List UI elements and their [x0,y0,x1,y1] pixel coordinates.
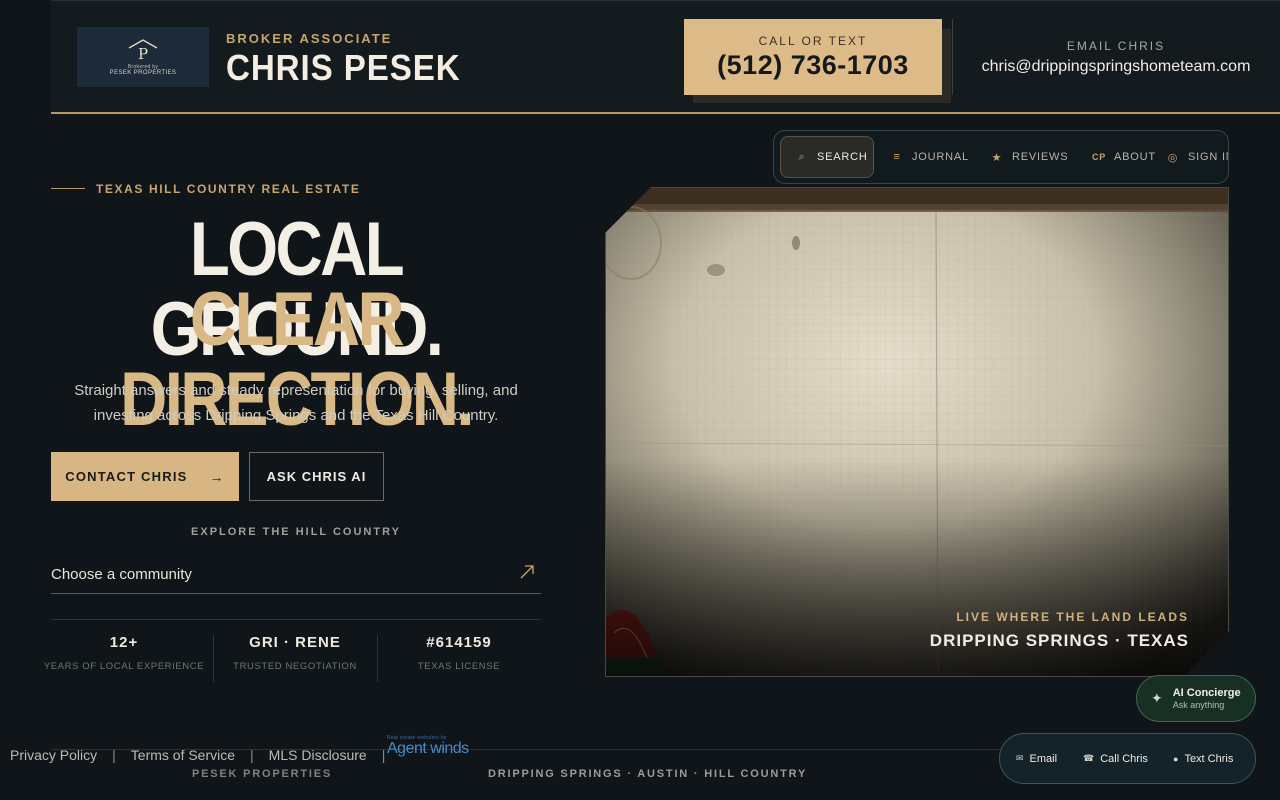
photo-caption-location: DRIPPING SPRINGS · TEXAS [929,631,1189,650]
footer-links: Privacy Policy | Terms of Service | MLS … [10,747,400,763]
stat-license: #614159 TEXAS LICENSE [378,634,540,672]
nav-journal[interactable]: ≡ JOURNAL [890,136,969,178]
floating-contact-bar: ✉ Email ☎ Call Chris ● Text Chris [999,733,1256,784]
ai-concierge-text: AI Concierge Ask anything [1173,687,1241,710]
stat-experience: 12+ YEARS OF LOCAL EXPERIENCE [43,634,205,672]
chat-bubble-icon: ● [1173,753,1179,764]
eyebrow-rule [51,188,85,189]
call-label: CALL OR TEXT [758,34,868,48]
footer-brand: PESEK PROPERTIES [192,768,333,780]
stat-label: YEARS OF LOCAL EXPERIENCE [43,661,205,672]
nav-about[interactable]: CP ABOUT [1092,136,1156,178]
nav-search-label: SEARCH [817,151,868,163]
ai-concierge-title: AI Concierge [1172,687,1241,699]
community-select[interactable]: Choose a community [51,556,541,594]
agent-role: BROKER ASSOCIATE [226,31,393,46]
footer-separator: | [381,747,386,763]
hero-map-photo [605,187,1229,677]
agentwinds-wordmark: Agent winds [387,740,469,757]
arrow-up-right-icon [519,564,535,585]
community-select-value: Choose a community [51,566,192,583]
agentwinds-logo-link[interactable]: Real estate websites by Agent winds [387,735,477,761]
nav-reviews-label: REVIEWS [1012,151,1069,163]
call-action[interactable]: ☎ Call Chris [1083,734,1148,783]
footer-locations: DRIPPING SPRINGS · AUSTIN · HILL COUNTRY [488,768,808,780]
terms-of-service-link[interactable]: Terms of Service [131,747,235,763]
hero-lead: Straight answers and steady representati… [74,382,518,424]
stat-label: TEXAS LICENSE [417,661,501,672]
stat-label: TRUSTED NEGOTIATION [233,661,357,672]
stat-value: #614159 [426,634,492,651]
user-icon: ◎ [1167,151,1179,164]
call-or-text-button[interactable]: CALL OR TEXT (512) 736-1703 [684,19,942,95]
email-link[interactable]: chris@drippingspringshometeam.com [978,58,1254,76]
contact-chris-button[interactable]: CONTACT CHRIS → [51,452,239,501]
stats-divider [51,619,541,620]
logo-brand: PESEK PROPERTIES [109,70,177,76]
contact-chris-label: CONTACT CHRIS [65,469,188,484]
photo-caption-tagline: LIVE WHERE THE LAND LEADS [956,610,1189,624]
photo-corner-cut [1183,631,1229,677]
email-action-label: Email [1029,752,1058,765]
pesek-properties-logo[interactable]: P Brokered by PESEK PROPERTIES [77,27,209,87]
nav-sign-in-label: SIGN IN [1188,151,1228,163]
footer-separator: | [112,747,116,763]
aged-paper-map-image [606,188,1228,676]
email-label: EMAIL CHRIS [1066,39,1166,53]
main-nav: ⌕ SEARCH ≡ JOURNAL ★ REVIEWS CP ABOUT ◎ … [773,130,1229,184]
photo-corner-cut [605,187,651,233]
privacy-policy-link[interactable]: Privacy Policy [10,747,97,763]
ai-concierge-subtitle: Ask anything [1172,700,1225,710]
svg-text:P: P [138,45,148,62]
site-header: P Brokered by PESEK PROPERTIES BROKER AS… [51,0,1280,114]
mail-icon: ✉ [1016,753,1024,763]
hero-eyebrow: TEXAS HILL COUNTRY REAL ESTATE [96,182,361,196]
search-icon: ⌕ [798,150,806,163]
explore-label: EXPLORE THE HILL COUNTRY [191,526,401,538]
header-divider [952,19,953,95]
cp-monogram-icon: CP [1092,152,1107,162]
email-action[interactable]: ✉ Email [1016,734,1057,783]
ask-chris-ai-button[interactable]: ASK CHRIS AI [249,452,384,501]
sparkle-icon: ✦ [1151,690,1163,706]
nav-reviews[interactable]: ★ REVIEWS [990,136,1068,178]
text-action[interactable]: ● Text Chris [1173,734,1233,783]
arrow-right-icon: → [209,468,225,485]
phone-number: (512) 736-1703 [717,50,909,80]
nav-sign-in[interactable]: ◎ SIGN IN [1166,136,1228,178]
nav-search[interactable]: ⌕ SEARCH [780,136,874,178]
logo-monogram-icon: P [126,38,160,62]
nav-about-label: ABOUT [1114,151,1156,163]
nav-journal-label: JOURNAL [912,151,969,163]
agent-name: CHRIS PESEK [226,47,461,88]
journal-icon: ≡ [893,151,901,163]
ai-concierge-button[interactable]: ✦ AI Concierge Ask anything [1136,675,1256,722]
mls-disclosure-link[interactable]: MLS Disclosure [269,747,367,763]
call-action-label: Call Chris [1100,752,1148,765]
phone-icon: ☎ [1083,753,1095,763]
ask-chris-ai-label: ASK CHRIS AI [266,469,367,484]
text-action-label: Text Chris [1184,752,1234,765]
footer-separator: | [250,747,254,763]
stat-value: 12+ [109,634,139,651]
stat-negotiation: GRI · RENE TRUSTED NEGOTIATION [214,634,376,672]
stat-value: GRI · RENE [249,634,341,651]
star-icon: ★ [991,151,1003,164]
